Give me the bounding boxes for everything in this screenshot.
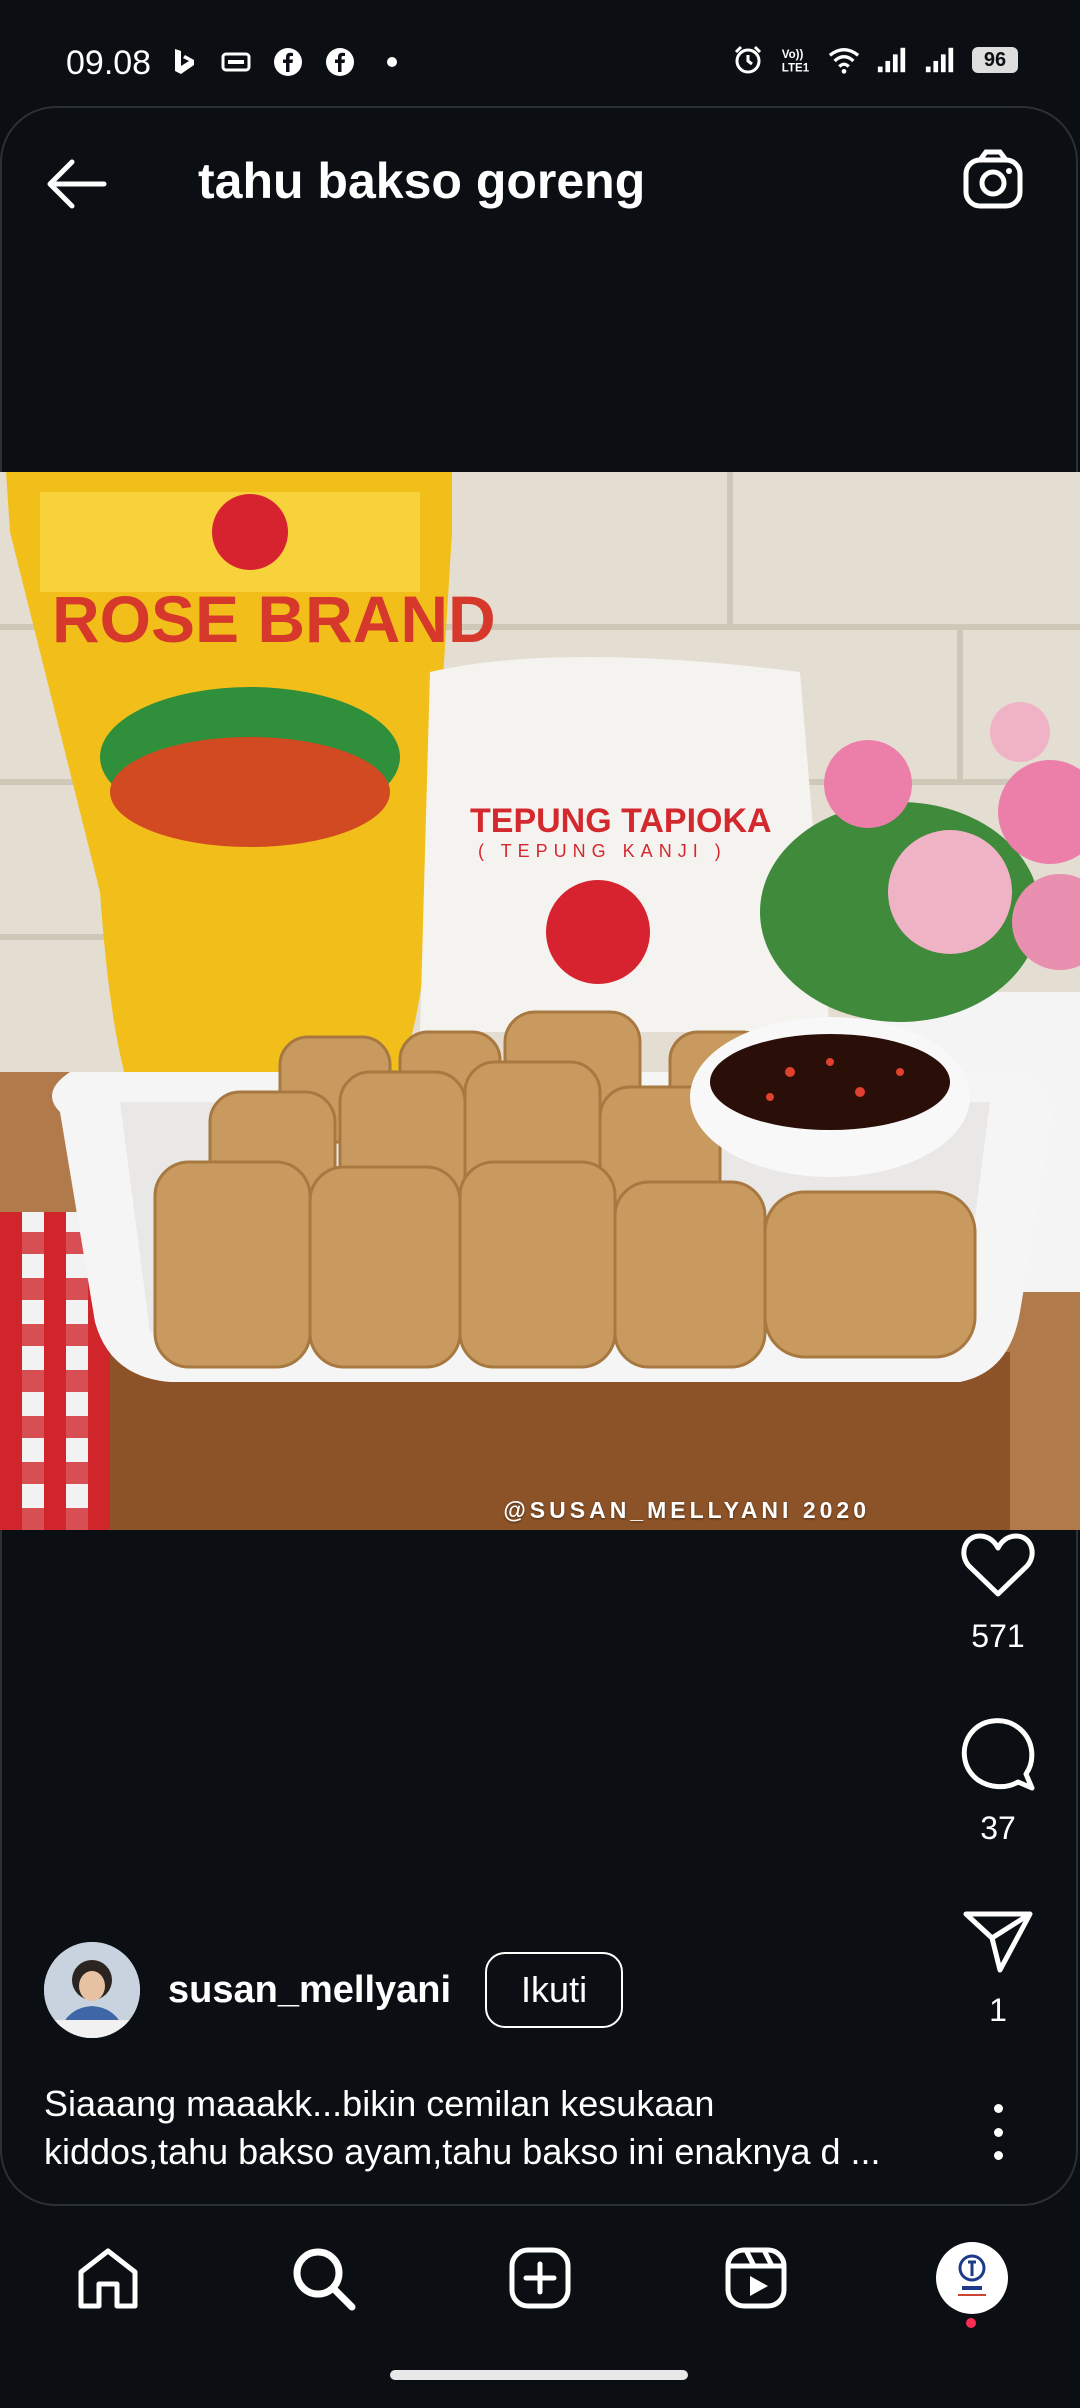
card-icon <box>220 46 252 78</box>
add-post-icon <box>509 2247 571 2309</box>
volte-icon: Vo)) LTE1 <box>780 44 812 76</box>
reels-icon <box>725 2247 787 2309</box>
share-action[interactable]: 1 <box>958 1908 1038 2029</box>
back-button[interactable] <box>44 154 108 214</box>
signal-icon <box>876 44 908 76</box>
caption-line: kiddos,tahu bakso ayam,tahu bakso ini en… <box>44 2131 881 2172</box>
status-bar: 09.08 Vo)) LTE1 96 <box>0 0 1080 120</box>
signal-icon <box>924 44 956 76</box>
status-left-icons <box>168 46 408 78</box>
send-icon <box>963 1911 1033 1973</box>
nav-home[interactable] <box>68 2238 148 2318</box>
camera-button[interactable] <box>960 148 1026 214</box>
svg-text:( TEPUNG KANJI ): ( TEPUNG KANJI ) <box>478 841 727 861</box>
status-right-icons: Vo)) LTE1 96 <box>732 44 1018 76</box>
svg-text:LTE1: LTE1 <box>782 63 810 75</box>
svg-text:ROSE BRAND: ROSE BRAND <box>52 582 496 656</box>
follow-button[interactable]: Ikuti <box>485 1952 624 2028</box>
nav-reels[interactable] <box>716 2238 796 2318</box>
home-icon <box>78 2248 138 2309</box>
profile-logo-icon <box>958 2254 986 2296</box>
notification-dot <box>966 2318 976 2328</box>
nav-profile[interactable] <box>932 2238 1012 2318</box>
b-icon <box>168 46 200 78</box>
more-dot-icon <box>993 2151 1003 2160</box>
nav-create[interactable] <box>500 2238 580 2318</box>
more-options-button[interactable] <box>976 2104 1020 2160</box>
status-time: 09.08 <box>66 44 152 82</box>
battery-indicator: 96 <box>972 47 1018 73</box>
home-indicator[interactable] <box>390 2370 688 2380</box>
post-photo[interactable]: ROSE BRAND TEPUNG TAPIOKA ( TEPUNG KANJI… <box>0 472 1080 1530</box>
alarm-icon <box>732 44 764 76</box>
food-photo-illustration: ROSE BRAND TEPUNG TAPIOKA ( TEPUNG KANJI… <box>0 472 1080 1530</box>
like-count: 571 <box>971 1618 1025 1654</box>
wifi-icon <box>828 44 860 76</box>
like-action[interactable]: 571 <box>958 1530 1038 1655</box>
nav-search[interactable] <box>283 2238 363 2318</box>
author-row: susan_mellyani Ikuti <box>44 1942 624 2038</box>
photo-watermark: @SUSAN_MELLYANI 2020 <box>503 1497 870 1523</box>
comment-bubble-icon <box>961 1718 1035 1791</box>
more-dot-icon <box>993 2127 1003 2137</box>
camera-icon <box>963 149 1023 209</box>
bottom-nav <box>0 2218 1080 2348</box>
comment-action[interactable]: 37 <box>958 1716 1038 1847</box>
svg-text:Vo)): Vo)) <box>782 49 804 61</box>
author-username[interactable]: susan_mellyani <box>168 1969 451 2012</box>
page-title: tahu bakso goreng <box>198 153 646 209</box>
dot-icon <box>376 46 408 78</box>
facebook-icon <box>272 46 304 78</box>
share-count: 1 <box>989 1992 1007 2028</box>
heart-icon <box>961 1533 1035 1597</box>
svg-text:TEPUNG TAPIOKA: TEPUNG TAPIOKA <box>470 802 772 840</box>
profile-avatar <box>936 2242 1008 2314</box>
caption-line: Siaaang maaakk...bikin cemilan kesukaan <box>44 2083 715 2124</box>
post-caption[interactable]: Siaaang maaakk...bikin cemilan kesukaan … <box>44 2080 944 2176</box>
more-dot-icon <box>993 2104 1003 2113</box>
back-arrow-icon <box>47 159 107 209</box>
author-avatar[interactable] <box>44 1942 140 2038</box>
facebook-icon <box>324 46 356 78</box>
search-icon <box>293 2248 356 2311</box>
user-photo-icon <box>44 1942 140 2038</box>
comment-count: 37 <box>980 1810 1016 1846</box>
